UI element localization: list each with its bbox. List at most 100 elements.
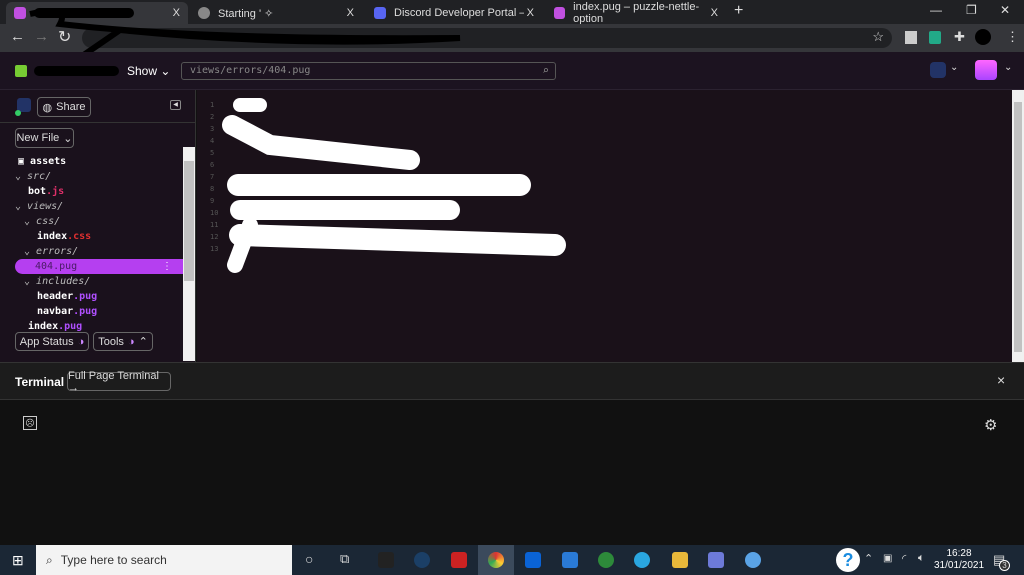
file-tree: ▣ assets ⌄ src/bot.js ⌄ views/⌄ css/index.… bbox=[0, 154, 184, 349]
file-tree-item[interactable]: ⌄ views/ bbox=[0, 199, 184, 214]
full-page-terminal-button[interactable]: Full Page Terminal → bbox=[67, 369, 171, 394]
close-terminal-button[interactable]: × bbox=[997, 372, 1005, 388]
file-ext: .pug bbox=[58, 321, 83, 332]
chrome-icon bbox=[488, 552, 504, 568]
search-value: views/errors/404.pug bbox=[190, 65, 311, 76]
puzzle-icon[interactable]: ✚ bbox=[954, 29, 965, 45]
tools-label: Tools bbox=[98, 335, 124, 348]
line-number: 10 bbox=[210, 209, 219, 217]
task-view-icon[interactable]: ⧉ bbox=[340, 551, 349, 567]
chrome-taskbar-item[interactable] bbox=[478, 545, 514, 575]
date: 31/01/2021 bbox=[934, 560, 985, 571]
clock[interactable]: 16:28 31/01/2021 bbox=[934, 548, 984, 572]
profile-avatar[interactable] bbox=[975, 29, 991, 45]
chevron-down-icon: ⌄ bbox=[24, 216, 37, 227]
bookmark-star-icon[interactable]: ☆ bbox=[872, 29, 884, 45]
line-number: 12 bbox=[210, 233, 219, 241]
file-name: 404 bbox=[35, 261, 54, 272]
settings-gears-icon[interactable]: ⚙ bbox=[984, 416, 997, 434]
taskbar-search-input[interactable]: ⌕ Type here to search bbox=[36, 545, 292, 575]
file-name: navbar bbox=[37, 306, 74, 317]
file-name: header bbox=[37, 291, 74, 302]
sidebar-scrollbar[interactable] bbox=[183, 147, 195, 361]
file-name: errors/ bbox=[36, 246, 79, 257]
chevron-down-icon: ⌄ bbox=[24, 246, 37, 257]
redaction-scribble bbox=[222, 98, 566, 273]
line-number: 9 bbox=[210, 197, 215, 205]
windows-start-icon[interactable]: ⊞ bbox=[12, 552, 24, 569]
file-ext: .css bbox=[67, 231, 92, 242]
chevron-down-icon[interactable]: ⌄ bbox=[950, 62, 958, 73]
cortana-icon[interactable]: ○ bbox=[305, 551, 313, 567]
chevron-down-icon: ⌄ bbox=[24, 276, 37, 287]
minimize-button[interactable]: — bbox=[930, 3, 942, 17]
line-number: 6 bbox=[210, 161, 215, 169]
help-icon[interactable]: ? bbox=[836, 548, 860, 572]
show-button[interactable]: Show ⌄ bbox=[127, 64, 170, 78]
line-number: 1 bbox=[210, 101, 215, 109]
tripadvisor-icon[interactable] bbox=[598, 552, 614, 568]
meet-icon[interactable]: ▣ bbox=[883, 553, 892, 564]
wifi-icon[interactable]: ◜ bbox=[902, 552, 906, 565]
edge-icon[interactable] bbox=[634, 552, 650, 568]
file-explorer-icon[interactable] bbox=[672, 552, 688, 568]
file-name: index bbox=[37, 231, 68, 242]
chevron-down-icon[interactable]: ⌄ bbox=[1004, 62, 1012, 73]
terminal-body[interactable]: ☹ ⚙ bbox=[0, 400, 1024, 545]
file-name: views/ bbox=[27, 201, 64, 212]
archive-icon: ▣ bbox=[18, 156, 31, 167]
new-file-button[interactable]: New File ⌄ bbox=[15, 128, 74, 148]
file-name: index bbox=[28, 321, 59, 332]
line-number: 8 bbox=[210, 185, 215, 193]
file-name: includes/ bbox=[36, 276, 91, 287]
chevron-down-icon: ⌄ bbox=[63, 132, 73, 145]
file-name: src/ bbox=[27, 171, 52, 182]
tools-button[interactable]: Tools ◑ ⌃ bbox=[93, 332, 153, 351]
file-options-icon[interactable]: ⋮ bbox=[162, 259, 172, 274]
file-tree-item[interactable]: index.css bbox=[0, 229, 184, 244]
mail-icon[interactable] bbox=[562, 552, 578, 568]
volume-icon[interactable]: 🔈︎ bbox=[918, 552, 925, 565]
file-tree-item[interactable]: ⌄ errors/ bbox=[0, 244, 184, 259]
file-tree-item[interactable]: header.pug bbox=[0, 289, 184, 304]
taskbar: ⊞ ⌕ Type here to search ○ ⧉ ? ⌃ ▣ ◜ 🔈︎ 16… bbox=[0, 545, 1024, 575]
file-search-input[interactable]: views/errors/404.pug ⌕ bbox=[181, 62, 556, 80]
app-status-button[interactable]: App Status ◑ bbox=[15, 332, 89, 351]
restore-button[interactable]: ❐ bbox=[966, 3, 977, 17]
file-tree-item[interactable]: ⌄ includes/ bbox=[0, 274, 184, 289]
line-number: 13 bbox=[210, 245, 219, 253]
chevron-up-icon[interactable]: ⌃ bbox=[864, 552, 873, 565]
file-tree-item[interactable]: ⌄ css/ bbox=[0, 214, 184, 229]
dropbox-icon[interactable] bbox=[525, 552, 541, 568]
editor-scrollbar[interactable] bbox=[1012, 90, 1024, 362]
file-name: bot bbox=[28, 186, 47, 197]
file-tree-item[interactable]: bot.js bbox=[0, 184, 184, 199]
discord-icon[interactable] bbox=[708, 552, 724, 568]
full-page-terminal-label: Full Page Terminal → bbox=[68, 369, 159, 394]
chevron-down-icon: ⌄ bbox=[15, 201, 28, 212]
share-button[interactable]: ◍ Share bbox=[37, 97, 91, 117]
redaction bbox=[34, 66, 119, 76]
project-avatar bbox=[15, 65, 27, 77]
glitch-logo[interactable] bbox=[975, 60, 997, 80]
window-close-button[interactable]: ✕ bbox=[1000, 3, 1010, 17]
share-label: Share bbox=[56, 101, 86, 113]
app-icon[interactable] bbox=[745, 552, 761, 568]
menu-icon[interactable]: ⋮ bbox=[1006, 29, 1019, 45]
steam-icon[interactable] bbox=[414, 552, 430, 568]
time: 16:28 bbox=[946, 548, 972, 559]
line-number: 7 bbox=[210, 173, 215, 181]
amazon-icon[interactable] bbox=[378, 552, 394, 568]
file-tree-item[interactable]: ⌄ src/ bbox=[0, 169, 184, 184]
extension-icon[interactable] bbox=[929, 31, 941, 44]
file-tree-item[interactable]: ▣ assets bbox=[0, 154, 184, 169]
user-avatar[interactable] bbox=[930, 62, 946, 78]
valorant-icon[interactable] bbox=[451, 552, 467, 568]
new-file-label: New File bbox=[16, 132, 60, 144]
file-tree-item-selected[interactable]: 404.pug ⋮ bbox=[15, 259, 184, 274]
extension-icon[interactable] bbox=[905, 31, 917, 44]
notification-count: 3 bbox=[999, 560, 1010, 571]
file-tree-item[interactable]: navbar.pug bbox=[0, 304, 184, 319]
collapse-sidebar-icon[interactable]: ◀ bbox=[170, 100, 181, 110]
globe-icon: ◍ bbox=[42, 101, 53, 114]
